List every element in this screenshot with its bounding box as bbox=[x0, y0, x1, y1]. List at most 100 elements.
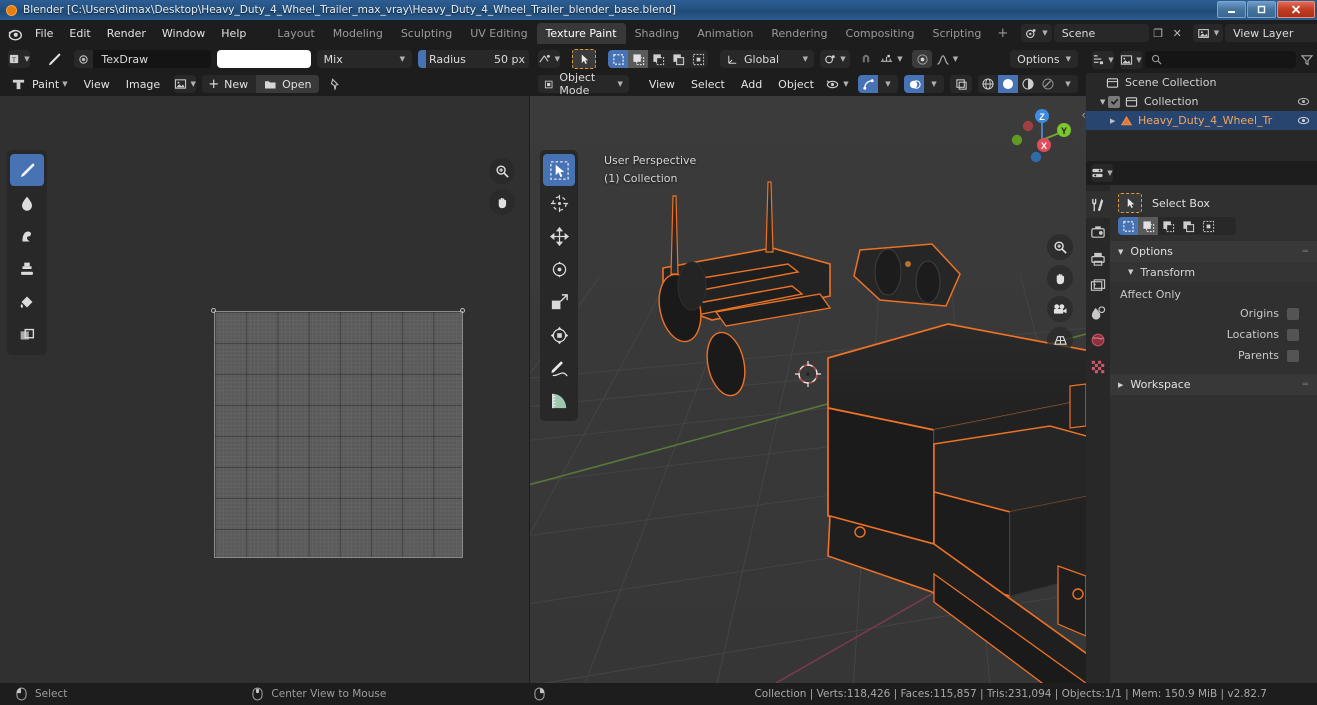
rotate-tool[interactable] bbox=[543, 253, 575, 285]
panel-workspace[interactable]: ▶ Workspace ═ bbox=[1110, 374, 1317, 395]
scene-name-field[interactable]: Scene bbox=[1053, 24, 1149, 42]
menu-image[interactable]: Image bbox=[118, 78, 168, 91]
tab-modeling[interactable]: Modeling bbox=[324, 23, 392, 44]
transform-orientation-dropdown[interactable]: Global ▼ bbox=[720, 50, 814, 68]
annotate-tool[interactable] bbox=[543, 352, 575, 384]
tab-rendering[interactable]: Rendering bbox=[762, 23, 836, 44]
image-datablock-selector[interactable]: ▼ bbox=[174, 75, 197, 93]
tab-uv-editing[interactable]: UV Editing bbox=[461, 23, 536, 44]
tab-texture-paint[interactable]: Texture Paint bbox=[536, 22, 626, 44]
menu-file[interactable]: File bbox=[27, 24, 61, 43]
shading-wireframe[interactable] bbox=[978, 75, 998, 93]
scene-unlink-button[interactable]: ✕ bbox=[1168, 24, 1187, 42]
mask-tool[interactable] bbox=[10, 319, 44, 351]
pan-hand-icon[interactable] bbox=[1047, 265, 1073, 291]
pan-hand-icon[interactable] bbox=[489, 189, 515, 215]
smear-tool[interactable] bbox=[10, 220, 44, 252]
shading-rendered[interactable] bbox=[1038, 75, 1058, 93]
tab-world-properties[interactable] bbox=[1086, 326, 1110, 353]
select-subtract-mode[interactable] bbox=[1158, 217, 1178, 235]
snap-settings-dropdown[interactable]: ▼ bbox=[876, 50, 906, 68]
viewport-menu-view[interactable]: View bbox=[641, 78, 683, 91]
affect-origins-row[interactable]: Origins bbox=[1110, 303, 1317, 324]
new-image-button[interactable]: + New bbox=[202, 77, 256, 92]
move-tool[interactable] bbox=[543, 220, 575, 252]
gizmo-dropdown[interactable]: ▼ bbox=[878, 75, 898, 93]
fill-tool[interactable] bbox=[10, 286, 44, 318]
tab-layout[interactable]: Layout bbox=[268, 23, 323, 44]
draw-brush-tool[interactable] bbox=[10, 154, 44, 186]
xray-toggle[interactable] bbox=[950, 75, 972, 93]
zoom-icon[interactable] bbox=[489, 158, 515, 184]
navigation-gizmo[interactable]: Z Y X bbox=[1006, 102, 1078, 174]
select-intersect-mode[interactable] bbox=[688, 50, 708, 68]
affect-locations-row[interactable]: Locations bbox=[1110, 324, 1317, 345]
outliner-row-scene-collection[interactable]: Scene Collection bbox=[1086, 73, 1317, 92]
open-image-button[interactable]: Open bbox=[256, 75, 320, 93]
measure-tool[interactable] bbox=[543, 385, 575, 417]
affect-origins-checkbox[interactable] bbox=[1287, 307, 1299, 320]
tab-animation[interactable]: Animation bbox=[688, 23, 762, 44]
overlays-toggle[interactable] bbox=[904, 75, 924, 93]
soften-tool[interactable] bbox=[10, 187, 44, 219]
minimize-button[interactable] bbox=[1217, 1, 1246, 18]
tab-texture-properties[interactable] bbox=[1086, 353, 1110, 380]
viewport-editor-type-selector[interactable]: ▼ bbox=[538, 50, 560, 68]
collection-checkbox[interactable] bbox=[1108, 95, 1120, 108]
eye-icon[interactable] bbox=[1297, 96, 1310, 107]
disclosure-triangle-icon[interactable]: ▶ bbox=[1092, 117, 1115, 125]
panel-transform[interactable]: ▼ Transform bbox=[1110, 262, 1317, 282]
brush-color-swatch[interactable] bbox=[217, 50, 311, 68]
panel-options[interactable]: ▼ Options ═ bbox=[1110, 241, 1317, 262]
view-layer-name-field[interactable]: View Layer bbox=[1225, 24, 1317, 42]
select-invert-mode[interactable] bbox=[668, 50, 688, 68]
blend-mode-dropdown[interactable]: Mix ▼ bbox=[316, 50, 412, 68]
transform-tool[interactable] bbox=[543, 319, 575, 351]
menu-view[interactable]: View bbox=[76, 78, 118, 91]
tab-shading[interactable]: Shading bbox=[626, 23, 689, 44]
scale-tool[interactable] bbox=[543, 286, 575, 318]
affect-parents-row[interactable]: Parents bbox=[1110, 345, 1317, 366]
shading-material-preview[interactable] bbox=[1018, 75, 1038, 93]
viewport-canvas[interactable]: User Perspective (1) Collection Z Y X ‹ bbox=[530, 96, 1086, 683]
disclosure-triangle-icon[interactable]: ▼ bbox=[1092, 98, 1105, 106]
affect-locations-checkbox[interactable] bbox=[1287, 328, 1299, 341]
falloff-dropdown[interactable]: ▼ bbox=[932, 50, 962, 68]
tab-compositing[interactable]: Compositing bbox=[837, 23, 924, 44]
tab-scripting[interactable]: Scripting bbox=[923, 23, 990, 44]
menu-render[interactable]: Render bbox=[99, 24, 154, 43]
maximize-button[interactable] bbox=[1247, 1, 1276, 18]
proportional-edit-toggle[interactable] bbox=[912, 50, 932, 68]
shading-dropdown[interactable]: ▼ bbox=[1058, 75, 1078, 93]
camera-icon[interactable] bbox=[1047, 296, 1073, 322]
brush-name-field[interactable]: TexDraw bbox=[93, 50, 212, 68]
viewport-menu-select[interactable]: Select bbox=[683, 78, 733, 91]
active-tool-indicator[interactable] bbox=[572, 49, 596, 69]
tab-view-layer-properties[interactable] bbox=[1086, 272, 1110, 299]
pin-icon[interactable] bbox=[325, 77, 343, 91]
viewport-menu-object[interactable]: Object bbox=[770, 78, 822, 91]
brush-radius-slider[interactable]: Radius 50 px bbox=[417, 50, 529, 68]
clone-tool[interactable] bbox=[10, 253, 44, 285]
zoom-icon[interactable] bbox=[1047, 234, 1073, 260]
close-button[interactable] bbox=[1277, 1, 1315, 18]
menu-edit[interactable]: Edit bbox=[61, 24, 98, 43]
filter-icon[interactable] bbox=[1299, 54, 1315, 66]
snap-pivot-dropdown[interactable]: ▼ bbox=[820, 50, 850, 68]
tab-output-properties[interactable] bbox=[1086, 245, 1110, 272]
gizmo-toggle[interactable] bbox=[858, 75, 878, 93]
object-mode-dropdown[interactable]: Object Mode ▼ bbox=[538, 71, 629, 97]
blender-logo-icon[interactable] bbox=[6, 22, 23, 44]
outliner-row-collection[interactable]: ▼ Collection bbox=[1086, 92, 1317, 111]
outliner-row-object[interactable]: ▶ Heavy_Duty_4_Wheel_Tr bbox=[1086, 111, 1317, 130]
image-canvas[interactable] bbox=[0, 96, 529, 683]
cursor-tool[interactable] bbox=[543, 187, 575, 219]
select-extend-mode[interactable] bbox=[1138, 217, 1158, 235]
affect-parents-checkbox[interactable] bbox=[1287, 349, 1299, 362]
menu-window[interactable]: Window bbox=[154, 24, 213, 43]
outliner-editor-type-selector[interactable]: ▼ bbox=[1092, 50, 1114, 69]
tab-tool-properties[interactable] bbox=[1086, 191, 1110, 218]
overlays-dropdown[interactable]: ▼ bbox=[924, 75, 944, 93]
viewport-menu-add[interactable]: Add bbox=[733, 78, 770, 91]
select-set-mode[interactable] bbox=[1118, 217, 1138, 235]
